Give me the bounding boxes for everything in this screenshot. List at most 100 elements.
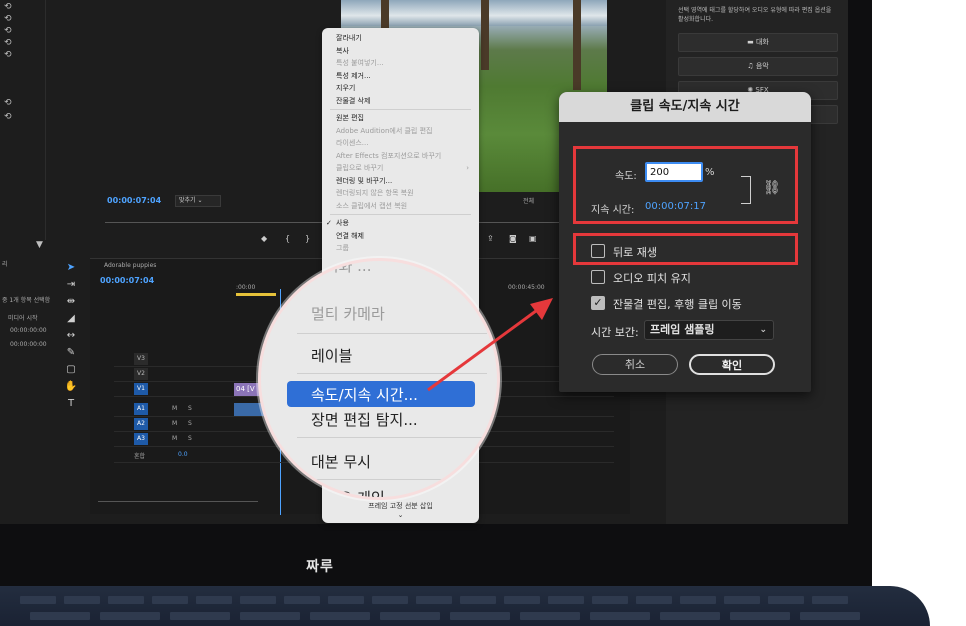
context-menu-item[interactable]: 잘라내기 [322,32,479,45]
context-menu-item[interactable]: After Effects 컴포지션으로 바꾸기 [322,150,479,163]
mute-button[interactable]: M [172,435,177,442]
type-icon[interactable]: T [60,398,82,409]
ripple-checkbox[interactable]: ✓ [591,296,605,310]
laptop-brand: 짜루 [306,559,334,575]
context-menu-item[interactable]: 라이센스... [322,137,479,150]
context-menu-item[interactable]: 특성 제거... [322,70,479,83]
context-menu-item[interactable]: 잔물결 삭제 [322,95,479,108]
sequence-tab[interactable]: Adorable puppies [104,262,156,269]
chevron-right-icon: › [466,164,469,172]
out-point-icon[interactable]: } [305,234,310,243]
magnifier-item-multicam[interactable]: 멀티 카메라 [311,303,385,324]
context-menu-item[interactable]: 클립으로 바꾸기 › [322,162,479,175]
slip-icon[interactable]: ↔ [60,330,82,341]
undo-icon[interactable]: ⟲ [4,112,12,122]
export-frame-icon[interactable]: ⇪ [487,234,494,243]
work-area-bar[interactable] [236,293,276,296]
button-label: 대화 [755,38,769,46]
music-button[interactable]: ♫ 음악 [678,57,838,76]
track-label[interactable]: V1 [134,383,148,395]
solo-button[interactable]: S [188,420,192,427]
undo-icon[interactable]: ⟲ [4,26,12,36]
menu-item-label: 지우기 [336,84,356,92]
context-menu-footer[interactable]: 프레임 고정 선분 삽입 ⌄ [322,501,479,519]
context-menu-item[interactable]: ✓ 사용 [322,217,479,230]
mix-label: 혼합 [134,453,146,460]
time-interpolation-select[interactable]: 프레임 샘플링 ⌄ [644,320,774,340]
track-label[interactable]: A3 [134,433,148,445]
selection-tool-icon[interactable]: ➤ [60,262,82,273]
mix-value[interactable]: 0.0 [178,451,188,458]
tools-panel: ➤ ⇥ ⇹ ◢ ↔ ✎ ▢ ✋ T [60,262,82,422]
filter-icon[interactable]: ▼ [36,240,43,250]
menu-separator [330,214,471,215]
fit-select[interactable]: 맞추기 ⌄ [175,195,221,207]
context-menu-item[interactable]: Adobe Audition에서 클립 편집 [322,125,479,138]
ok-button[interactable]: 확인 [689,354,775,375]
context-menu-item[interactable]: 렌더링되지 않은 항목 복원 [322,187,479,200]
undo-icon[interactable]: ⟲ [4,98,12,108]
project-tab[interactable]: 리 [2,259,8,268]
solo-button[interactable]: S [188,435,192,442]
undo-icon[interactable]: ⟲ [4,50,12,60]
track-label[interactable]: V2 [134,368,148,380]
ripple-edit-icon[interactable]: ⇹ [60,296,82,307]
magnifier-item-scene-detect[interactable]: 장면 편집 탐지... [311,409,418,430]
cancel-button[interactable]: 취소 [592,354,678,375]
chevron-down-icon[interactable]: ⌄ [322,511,479,519]
mute-button[interactable]: M [172,405,177,412]
music-note-icon: ♫ [747,62,754,70]
menu-item-label: 특성 제거... [336,71,371,80]
rectangle-icon[interactable]: ▢ [60,364,82,375]
ruler-end: 00:00:45:00 [508,284,545,291]
camera-icon[interactable]: ◙ [509,234,517,243]
menu-separator [297,437,487,438]
undo-icon[interactable]: ⟲ [4,38,12,48]
menu-separator [297,479,487,480]
selection-text: 중 1개 항목 선택함 [2,297,51,304]
interp-value: 프레임 샘플링 [650,323,715,336]
context-menu-item[interactable]: 렌더링 및 바꾸기... [322,175,479,188]
timeline-scrollbar[interactable] [98,501,258,502]
track-label[interactable]: A2 [134,418,148,430]
project-panel: 리 중 1개 항목 선택함 미디어 시작 00:00:00:00 00:00:0… [0,255,55,515]
ruler-start: :00:00 [236,284,256,291]
magnifier-item-ignore-script[interactable]: 대본 무시 [311,451,371,472]
hand-icon[interactable]: ✋ [60,381,82,392]
ripple-label: 잔물결 편집, 후행 클립 이동 [613,298,742,311]
full-select[interactable]: 전체 [523,196,534,205]
context-menu-item[interactable]: 그룹 [322,242,479,255]
monitor-timecode[interactable]: 00:00:07:04 [107,196,161,205]
track-label[interactable]: V3 [134,353,148,365]
audio-clip[interactable] [234,403,264,416]
dialog-title: 클립 속도/지속 시간 [559,92,811,122]
speech-icon: ▬ [747,38,754,46]
context-menu-item[interactable]: 소스 클립에서 캡션 복원 [322,200,479,213]
context-menu-item[interactable]: 복사 [322,45,479,58]
table-row[interactable]: 00:00:00:00 [10,341,47,348]
timeline-timecode[interactable]: 00:00:07:04 [100,276,154,285]
context-menu-item[interactable]: 연결 해제 [322,230,479,243]
pitch-checkbox[interactable] [591,270,605,284]
context-menu-item[interactable]: 원본 편집 [322,112,479,125]
footer-item[interactable]: 프레임 고정 선분 삽입 [322,501,479,511]
marker-icon[interactable]: ◆ [261,234,267,243]
magnifier-item-label[interactable]: 레이블 [311,345,352,366]
media-start-header: 미디어 시작 [8,315,38,322]
context-menu-item[interactable]: 지우기 [322,82,479,95]
in-point-icon[interactable]: { [285,234,290,243]
context-menu-item[interactable]: 특성 붙여넣기... [322,57,479,70]
pen-icon[interactable]: ✎ [60,347,82,358]
compare-icon[interactable]: ▣ [529,234,537,243]
table-row[interactable]: 00:00:00:00 [10,327,47,334]
dialogue-button[interactable]: ▬ 대화 [678,33,838,52]
mute-button[interactable]: M [172,420,177,427]
razor-icon[interactable]: ◢ [60,313,82,324]
solo-button[interactable]: S [188,405,192,412]
undo-icon[interactable]: ⟲ [4,2,12,12]
magnifier-item-speed-duration[interactable]: 속도/지속 시간... [311,384,418,405]
undo-icon[interactable]: ⟲ [4,14,12,24]
track-label[interactable]: A1 [134,403,148,415]
menu-item-label: 렌더링되지 않은 항목 복원 [336,189,414,197]
track-select-icon[interactable]: ⇥ [60,279,82,290]
